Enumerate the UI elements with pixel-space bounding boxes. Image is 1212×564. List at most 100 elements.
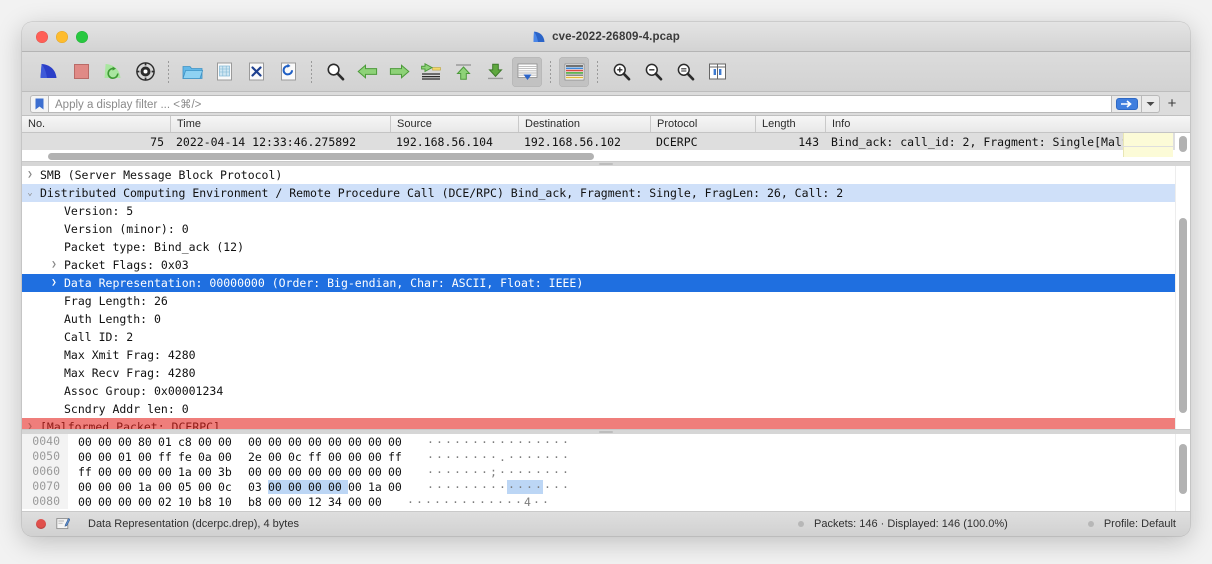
bookmark-icon[interactable]	[30, 94, 48, 113]
detail-row-label: [Malformed Packet: DCERPC]	[40, 420, 221, 430]
hex-row[interactable]: 0080 00 00 00 00 02 10 b8 10 b8 00 00 12 34 00 00 · · · · · ·…	[22, 494, 1190, 509]
hex-ascii-char: ·	[470, 494, 477, 509]
go-forward-icon[interactable]	[384, 57, 414, 87]
hex-row[interactable]: 0040 00 00 00 80 01 c8 00 00 00 00 00 00 00 00 00 00 · · · ·…	[22, 434, 1190, 449]
hex-ascii-char: ·	[479, 494, 486, 509]
packet-bytes-pane[interactable]: 0040 00 00 00 80 01 c8 00 00 00 00 00 00 00 00 00 00 · · · ·…	[22, 434, 1190, 512]
detail-row[interactable]: Version (minor): 0	[22, 220, 1190, 238]
chevron-right-icon[interactable]: ❯	[22, 422, 38, 429]
detail-vertical-scrollbar[interactable]	[1179, 218, 1187, 413]
save-file-icon[interactable]	[209, 57, 239, 87]
column-header-source[interactable]: Source	[390, 116, 518, 132]
detail-row[interactable]: Auth Length: 0	[22, 310, 1190, 328]
hex-byte: 00	[98, 494, 112, 509]
hex-vertical-scrollbar[interactable]	[1179, 444, 1187, 494]
packet-detail-pane[interactable]: ❯ SMB (Server Message Block Protocol) ⌄ Dis…	[22, 166, 1190, 430]
detail-row[interactable]: Version: 5	[22, 202, 1190, 220]
hex-ascii-char: ·	[562, 449, 569, 464]
apply-filter-button[interactable]	[1112, 94, 1142, 113]
hex-ascii-char: 4	[524, 494, 531, 509]
start-capture-icon[interactable]	[34, 57, 64, 87]
detail-row[interactable]: ❯ Packet Flags: 0x03	[22, 256, 1190, 274]
column-header-info[interactable]: Info	[825, 116, 1190, 132]
detail-row[interactable]: Max Xmit Frag: 4280	[22, 346, 1190, 364]
detail-row[interactable]: Call ID: 2	[22, 328, 1190, 346]
hex-row[interactable]: 0050 00 00 01 00 ff fe 0a 00 2e 00 0c ff 00 00 00 ff · · · ·…	[22, 449, 1190, 464]
open-file-icon[interactable]	[177, 57, 207, 87]
window-controls	[36, 30, 88, 43]
go-to-packet-icon[interactable]	[416, 57, 446, 87]
detail-row[interactable]: Assoc Group: 0x00001234	[22, 382, 1190, 400]
add-filter-button[interactable]: +	[1160, 95, 1184, 113]
close-file-icon[interactable]	[241, 57, 271, 87]
stop-capture-icon[interactable]	[66, 57, 96, 87]
hex-bytes: 00 00 00 1a 00 05 00 0c 03 00 00 00 00 00 1a 00	[68, 479, 408, 494]
hex-ascii: · · · · · · · · · · · · · · · ·	[408, 435, 570, 449]
hex-byte: 00	[288, 494, 302, 509]
detail-row[interactable]: ❯ [Malformed Packet: DCERPC]	[22, 418, 1190, 430]
hex-ascii-char: ·	[544, 464, 551, 479]
filter-history-dropdown[interactable]	[1142, 94, 1160, 113]
hex-ascii-char: ·	[507, 479, 516, 494]
minimize-window-button[interactable]	[56, 30, 68, 43]
title-bar: cve-2022-26809-4.pcap	[22, 22, 1190, 52]
detail-row[interactable]: Packet type: Bind_ack (12)	[22, 238, 1190, 256]
chevron-down-icon[interactable]: ⌄	[22, 188, 38, 198]
column-header-length[interactable]: Length	[755, 116, 825, 132]
close-window-button[interactable]	[36, 30, 48, 43]
zoom-reset-icon[interactable]	[670, 57, 700, 87]
detail-row[interactable]: ❯ SMB (Server Message Block Protocol)	[22, 166, 1190, 184]
display-filter-input[interactable]: Apply a display filter ... <⌘/>	[48, 94, 1112, 113]
toolbar-separator-3	[550, 60, 551, 83]
hex-ascii-char: ·	[461, 494, 468, 509]
detail-row[interactable]: ⌄ Distributed Computing Environment / Rem…	[22, 184, 1190, 202]
resize-columns-icon[interactable]	[702, 57, 732, 87]
maximize-window-button[interactable]	[76, 30, 88, 43]
detail-row[interactable]: Frag Length: 26	[22, 292, 1190, 310]
hex-row[interactable]: 0070 00 00 00 1a 00 05 00 0c 03 00 00 00 00 00 1a 00 · · · ·…	[22, 479, 1190, 494]
go-back-icon[interactable]	[352, 57, 382, 87]
packet-list-pane[interactable]: No. Time Source Destination Protocol Len…	[22, 116, 1190, 162]
hex-ascii-char: ·	[534, 479, 543, 494]
find-packet-icon[interactable]	[320, 57, 350, 87]
hex-ascii-char: ·	[516, 479, 525, 494]
chevron-right-icon[interactable]: ❯	[46, 260, 62, 270]
window-title-group: cve-2022-26809-4.pcap	[22, 22, 1190, 51]
hex-byte: 00	[158, 479, 172, 494]
chevron-right-icon[interactable]: ❯	[46, 278, 62, 288]
packet-list-horizontal-scrollbar[interactable]	[48, 153, 594, 160]
hex-ascii: · · · · · · · · · · · · · 4 · ·	[388, 495, 550, 509]
detail-row[interactable]: Max Recv Frag: 4280	[22, 364, 1190, 382]
column-header-destination[interactable]: Destination	[518, 116, 650, 132]
colorize-icon[interactable]	[559, 56, 589, 87]
detail-row[interactable]: ❯ Data Representation: 00000000 (Order: B…	[22, 274, 1190, 292]
hex-byte: ff	[78, 464, 92, 479]
hex-byte: 00	[348, 464, 362, 479]
packet-list-vertical-scrollbar[interactable]	[1179, 136, 1187, 152]
zoom-in-icon[interactable]	[606, 57, 636, 87]
hex-dump: 0040 00 00 00 80 01 c8 00 00 00 00 00 00 00 00 00 00 · · · ·…	[22, 434, 1190, 509]
detail-row[interactable]: Scndry Addr len: 0	[22, 400, 1190, 418]
table-row[interactable]: 75 2022-04-14 12:33:46.275892 192.168.56…	[22, 133, 1190, 150]
capture-options-icon[interactable]	[130, 57, 160, 87]
chevron-right-icon[interactable]: ❯	[22, 170, 38, 180]
auto-scroll-icon[interactable]	[512, 56, 542, 87]
hex-row[interactable]: 0060 ff 00 00 00 00 1a 00 3b 00 00 00 00 00 00 00 00 · · · ·…	[22, 464, 1190, 479]
zoom-out-icon[interactable]	[638, 57, 668, 87]
detail-row-label: Packet type: Bind_ack (12)	[64, 240, 245, 254]
hex-byte: 00	[388, 434, 402, 449]
hex-ascii-char: ·	[434, 494, 441, 509]
capture-state-icon[interactable]	[36, 519, 46, 529]
hex-byte: 00	[288, 464, 302, 479]
column-header-time[interactable]: Time	[170, 116, 390, 132]
hex-ascii-char: ·	[481, 479, 488, 494]
column-header-no[interactable]: No.	[22, 116, 170, 132]
column-header-protocol[interactable]: Protocol	[650, 116, 755, 132]
hex-byte: fe	[178, 449, 192, 464]
go-to-first-icon[interactable]	[448, 57, 478, 87]
packet-comment-icon[interactable]	[56, 517, 70, 531]
go-to-last-icon[interactable]	[480, 57, 510, 87]
restart-capture-icon[interactable]	[98, 57, 128, 87]
hex-byte: 2e	[248, 449, 262, 464]
reload-file-icon[interactable]	[273, 57, 303, 87]
